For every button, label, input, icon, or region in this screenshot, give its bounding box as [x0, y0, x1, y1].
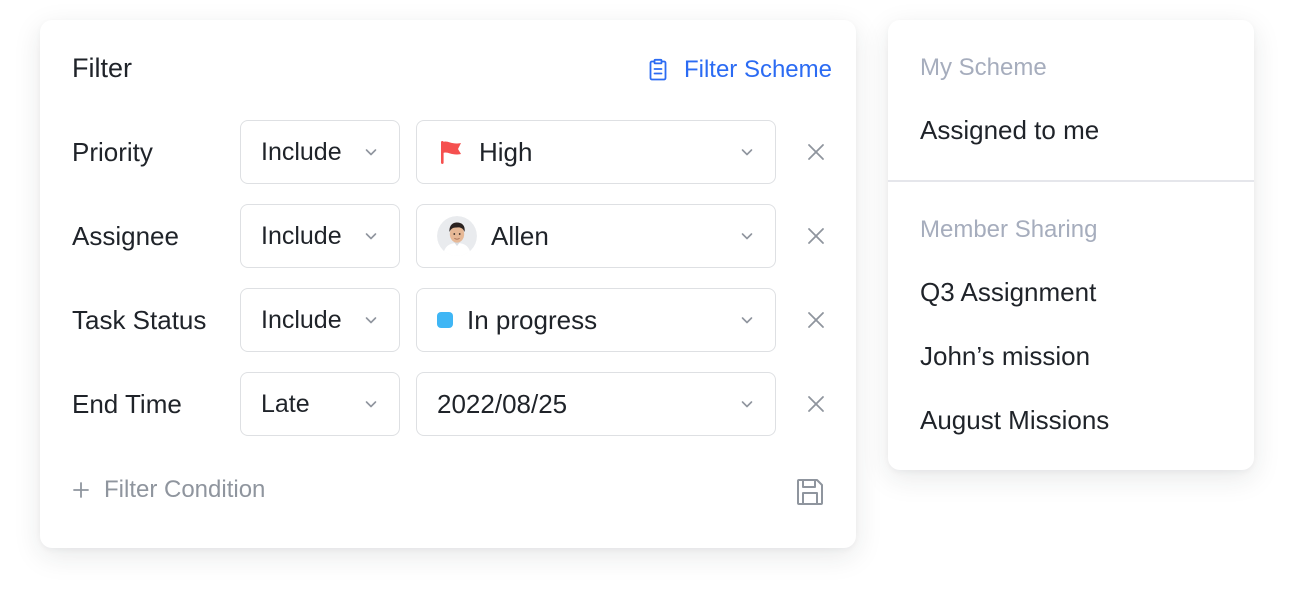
scheme-item-johns-mission[interactable]: John’s mission — [920, 341, 1090, 372]
remove-condition-button[interactable] — [804, 392, 828, 416]
value-text: In progress — [467, 304, 598, 335]
member-sharing-heading: Member Sharing — [920, 216, 1098, 243]
add-filter-condition-label: Filter Condition — [104, 476, 266, 503]
close-icon — [808, 312, 824, 328]
my-scheme-heading: My Scheme — [920, 54, 1047, 81]
close-icon — [808, 144, 824, 160]
avatar — [437, 216, 477, 256]
filter-panel: Filter Filter Scheme Priority Include Hi… — [40, 20, 856, 548]
filter-row-priority: Priority Include High — [40, 120, 856, 184]
plus-icon — [73, 482, 89, 498]
filter-title: Filter — [72, 53, 132, 83]
chevron-down-icon — [741, 317, 753, 324]
operator-select[interactable]: Include — [240, 120, 400, 184]
scheme-item-assigned-to-me[interactable]: Assigned to me — [920, 115, 1099, 146]
status-dot — [437, 312, 453, 328]
filter-scheme-button[interactable]: Filter Scheme — [646, 56, 832, 84]
scheme-item-q3-assignment[interactable]: Q3 Assignment — [920, 277, 1096, 308]
add-filter-condition-button[interactable]: Filter Condition — [72, 476, 265, 504]
condition-label: Priority — [72, 136, 153, 167]
remove-condition-button[interactable] — [804, 308, 828, 332]
condition-label: Assignee — [72, 220, 179, 251]
close-icon — [808, 396, 824, 412]
remove-condition-button[interactable] — [804, 224, 828, 248]
value-select[interactable]: Allen — [416, 204, 776, 268]
condition-label: End Time — [72, 388, 182, 419]
date-select[interactable]: 2022/08/25 — [416, 372, 776, 436]
operator-select[interactable]: Include — [240, 288, 400, 352]
value-text: 2022/08/25 — [437, 388, 568, 419]
red-flag-icon — [441, 141, 461, 164]
chevron-down-icon — [365, 149, 377, 156]
condition-label: Task Status — [72, 304, 207, 335]
filter-row-end-time: End Time Late 2022/08/25 — [40, 372, 856, 436]
value-select[interactable]: In progress — [416, 288, 776, 352]
filter-row-assignee: Assignee Include Allen — [40, 204, 856, 268]
scheme-item-august-missions[interactable]: August Missions — [920, 405, 1109, 436]
remove-condition-button[interactable] — [804, 140, 828, 164]
save-filter-button[interactable] — [794, 476, 826, 508]
operator-select[interactable]: Late — [240, 372, 400, 436]
operator-value: Include — [261, 221, 342, 250]
operator-value: Include — [261, 137, 342, 166]
chevron-down-icon — [741, 149, 753, 156]
menu-divider — [888, 180, 1254, 182]
chevron-down-icon — [365, 233, 377, 240]
value-text: Allen — [491, 220, 549, 251]
operator-select[interactable]: Include — [240, 204, 400, 268]
filter-row-task-status: Task Status Include In progress — [40, 288, 856, 352]
filter-scheme-label: Filter Scheme — [683, 56, 832, 83]
value-select[interactable]: High — [416, 120, 776, 184]
operator-value: Late — [261, 389, 310, 418]
chevron-down-icon — [741, 401, 753, 408]
chevron-down-icon — [365, 317, 377, 324]
save-icon — [797, 479, 823, 505]
close-icon — [808, 228, 824, 244]
chevron-down-icon — [365, 401, 377, 408]
filter-scheme-dropdown: My Scheme Assigned to me Member Sharing … — [888, 20, 1254, 470]
operator-value: Include — [261, 305, 342, 334]
clipboard-icon — [649, 58, 667, 81]
chevron-down-icon — [741, 233, 753, 240]
value-text: High — [479, 136, 533, 167]
